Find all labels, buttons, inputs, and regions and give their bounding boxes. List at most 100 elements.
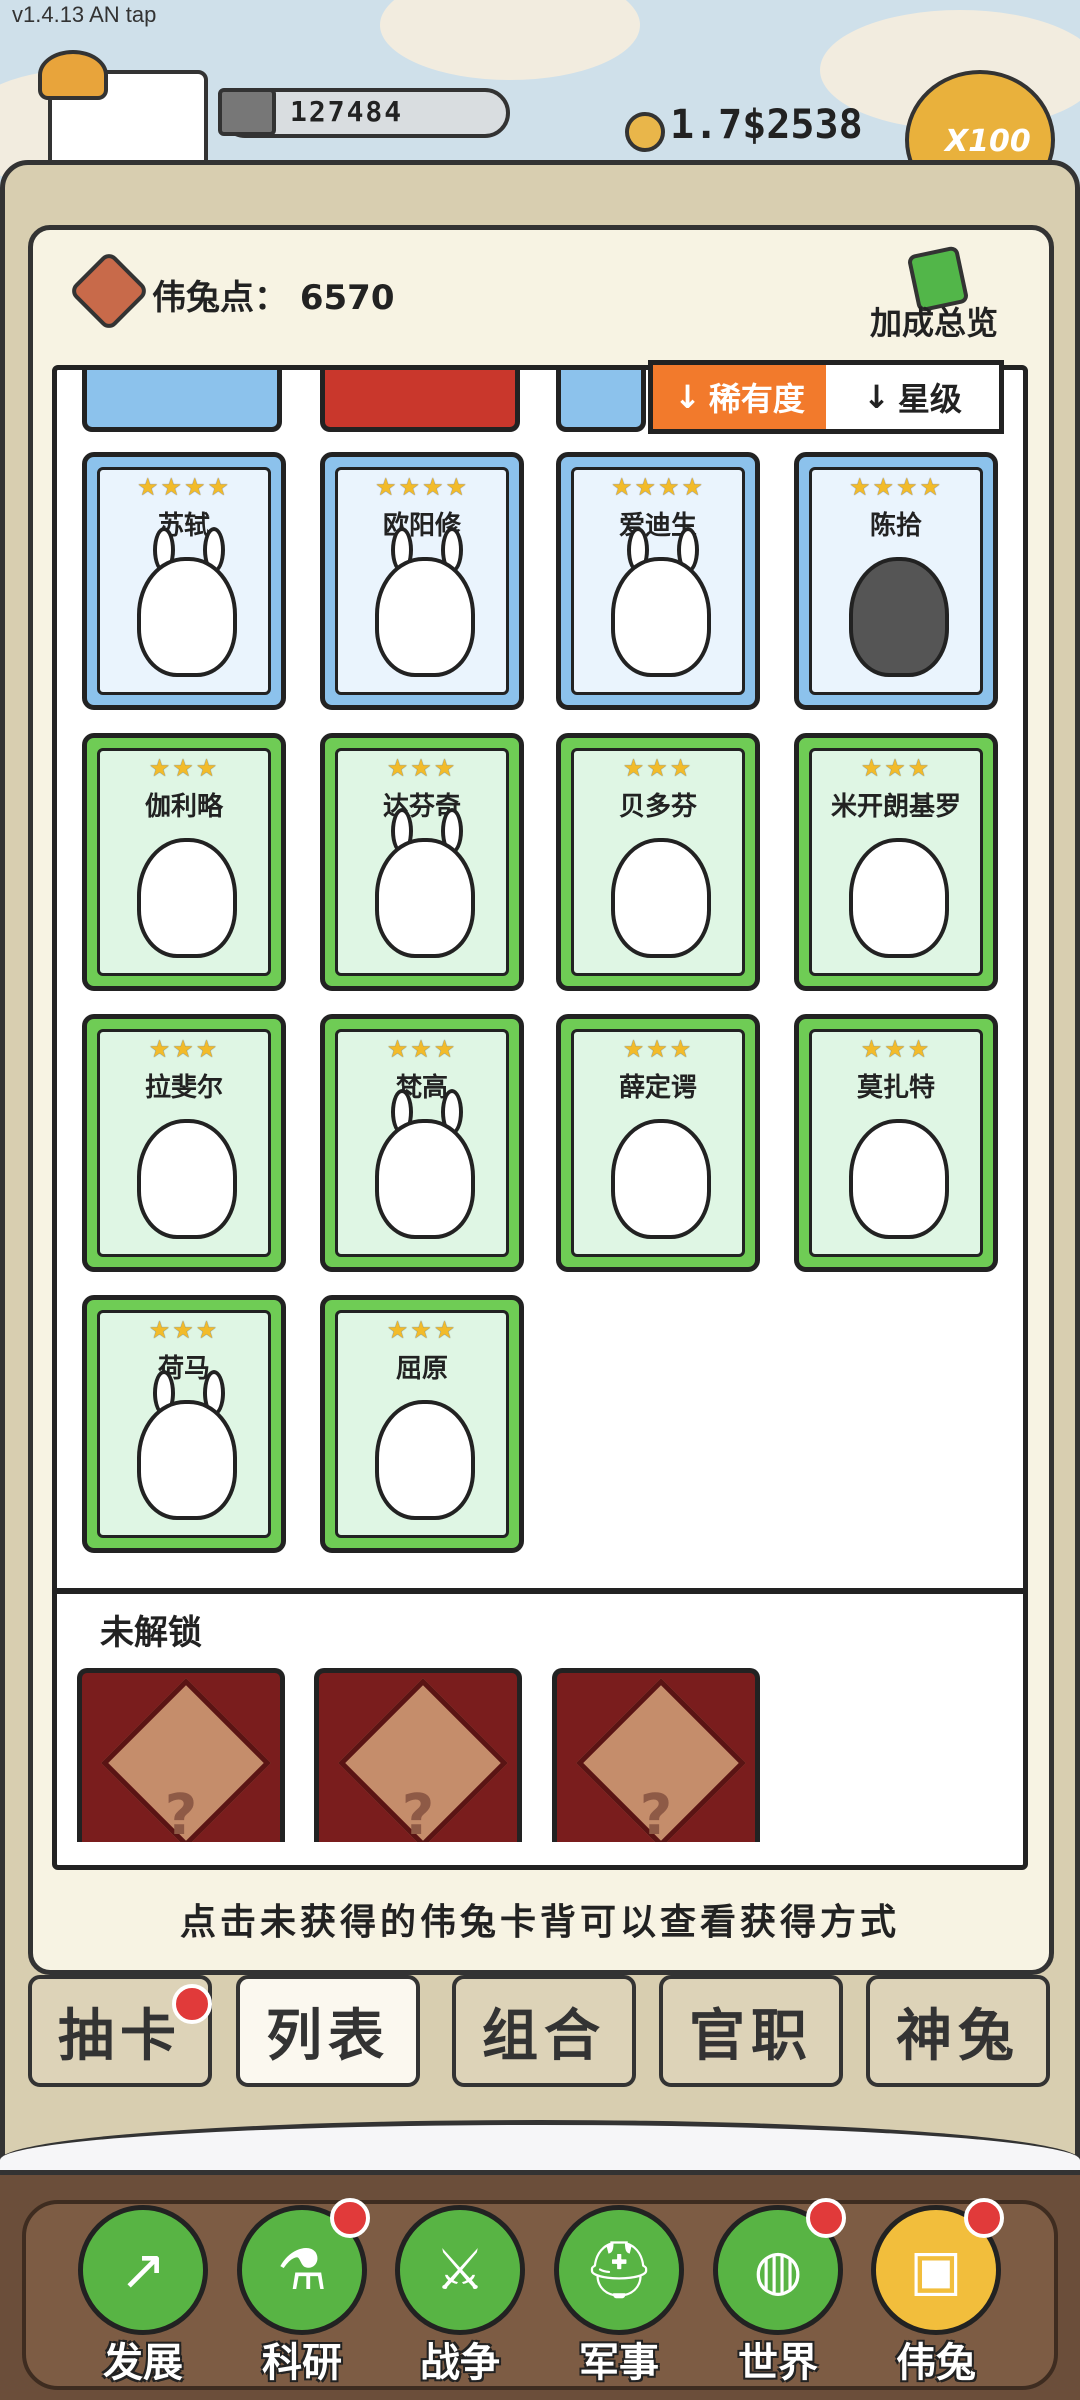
unknown-mark: ? (164, 1783, 198, 1842)
card-name: 伽利略 (144, 792, 223, 822)
card-stars: ★★★ (148, 1316, 220, 1344)
rabbit-portrait (611, 1119, 711, 1239)
hero-card[interactable]: ★★★★ 陈拾 (794, 452, 998, 710)
hero-card[interactable]: ★★★ 屈原 (320, 1295, 524, 1553)
card-name: 达芬奇 (382, 792, 461, 822)
card-stars: ★★★★ (848, 473, 944, 501)
hero-card[interactable]: ★★★★ 苏轼 (82, 452, 286, 710)
silver-ingot-icon (218, 88, 276, 136)
rabbit-points-value: 6570 (299, 278, 395, 318)
nav-development[interactable]: ↗ 发展 (73, 2205, 213, 2386)
rabbit-portrait (137, 838, 237, 958)
multiplier-label: X100 (945, 124, 1031, 159)
tab-label: 神兔 (896, 2003, 1020, 2069)
card-stars: ★★★★ (374, 473, 470, 501)
sort-arrow-icon: ↓ (863, 378, 890, 416)
rabbit-portrait (375, 557, 475, 677)
sort-controls: ↓ 稀有度 ↓ 星级 (648, 360, 1004, 434)
partial-card[interactable] (320, 370, 520, 432)
rabbit-portrait (611, 838, 711, 958)
bonus-overview-button[interactable]: 加成总览 (870, 298, 998, 344)
unknown-mark: ? (639, 1783, 673, 1842)
hero-card[interactable]: ★★★ 梵高 (320, 1014, 524, 1272)
rabbit-portrait (611, 557, 711, 677)
card-name: 米开朗基罗 (830, 792, 961, 822)
card-stars: ★★★ (622, 1035, 694, 1063)
card-stars: ★★★ (386, 1035, 458, 1063)
rabbit-portrait (849, 1119, 949, 1239)
hero-card[interactable]: ★★★ 达芬奇 (320, 733, 524, 991)
rabbit-points: 伟兔点： 6570 (152, 270, 394, 319)
hero-card[interactable]: ★★★ 贝多芬 (556, 733, 760, 991)
hero-card[interactable]: ★★★ 莫扎特 (794, 1014, 998, 1272)
rabbit-portrait (849, 557, 949, 677)
card-name: 薛定谔 (618, 1073, 697, 1103)
rabbit-portrait (137, 557, 237, 677)
locked-card-back[interactable]: ? (77, 1668, 285, 1842)
card-name: 荷马 (157, 1354, 210, 1384)
helmet-icon: ⛑ (554, 2205, 684, 2335)
hero-card[interactable]: ★★★★ 爱迪生 (556, 452, 760, 710)
card-stars: ★★★ (148, 754, 220, 782)
sort-level-label: 星级 (897, 380, 962, 418)
card-name: 贝多芬 (618, 792, 697, 822)
hero-card[interactable]: ★★★ 拉斐尔 (82, 1014, 286, 1272)
card-name: 陈拾 (869, 511, 922, 541)
card-name: 莫扎特 (856, 1073, 935, 1103)
sort-rarity-label: 稀有度 (708, 380, 805, 418)
cloud-decoration (380, 0, 640, 80)
nav-military[interactable]: ⛑ 军事 (549, 2205, 689, 2386)
card-stars: ★★★ (622, 754, 694, 782)
hero-card[interactable]: ★★★ 米开朗基罗 (794, 733, 998, 991)
rabbit-portrait (137, 1119, 237, 1239)
unknown-mark: ? (401, 1783, 435, 1842)
hero-card[interactable]: ★★★ 伽利略 (82, 733, 286, 991)
tab-list[interactable]: 列表 (236, 1975, 420, 2087)
rabbit-portrait (375, 838, 475, 958)
card-name: 欧阳修 (382, 511, 461, 541)
version-label: v1.4.13 AN tap (12, 2, 157, 27)
crossed-swords-icon: ⚔ (395, 2205, 525, 2335)
card-name: 苏轼 (157, 511, 210, 541)
rabbit-portrait (849, 838, 949, 958)
notification-dot (330, 2198, 370, 2238)
tab-label: 抽卡 (58, 2003, 182, 2069)
partial-card[interactable] (556, 370, 646, 432)
official-hat-icon (38, 50, 108, 100)
card-stars: ★★★ (860, 754, 932, 782)
nav-label: 发展 (103, 2340, 183, 2386)
card-stars: ★★★ (386, 754, 458, 782)
tab-official-post[interactable]: 官职 (659, 1975, 843, 2087)
notification-dot (806, 2198, 846, 2238)
notification-dot (172, 1984, 212, 2024)
notification-dot (964, 2198, 1004, 2238)
tab-label: 列表 (266, 2003, 390, 2069)
locked-card-back[interactable]: ? (314, 1668, 522, 1842)
sort-by-level-button[interactable]: ↓ 星级 (826, 365, 999, 429)
tab-divine-rabbit[interactable]: 神兔 (866, 1975, 1050, 2087)
nav-label: 军事 (579, 2340, 659, 2386)
card-name: 屈原 (395, 1354, 448, 1384)
nav-label: 科研 (262, 2340, 342, 2386)
growth-arrow-icon: ↗ (78, 2205, 208, 2335)
hero-card[interactable]: ★★★ 荷马 (82, 1295, 286, 1553)
hero-card[interactable]: ★★★ 薛定谔 (556, 1014, 760, 1272)
card-stars: ★★★★ (610, 473, 706, 501)
card-name: 爱迪生 (618, 511, 697, 541)
nav-war[interactable]: ⚔ 战争 (390, 2205, 530, 2386)
nav-label: 世界 (738, 2340, 818, 2386)
locked-card-back[interactable]: ? (552, 1668, 760, 1842)
silver-amount: 127484 (290, 95, 404, 128)
partial-card[interactable] (82, 370, 282, 432)
gold-amount: 1.7$2538 (670, 102, 863, 148)
card-stars: ★★★ (148, 1035, 220, 1063)
card-stars: ★★★★ (136, 473, 232, 501)
tab-label: 官职 (689, 2003, 813, 2069)
rabbit-points-label: 伟兔点： (152, 278, 288, 318)
hero-card[interactable]: ★★★★ 欧阳修 (320, 452, 524, 710)
tab-combination[interactable]: 组合 (452, 1975, 636, 2087)
sort-by-rarity-button[interactable]: ↓ 稀有度 (653, 365, 826, 429)
rabbit-portrait (375, 1119, 475, 1239)
rabbit-portrait (137, 1400, 237, 1520)
nav-label: 伟兔 (896, 2340, 976, 2386)
